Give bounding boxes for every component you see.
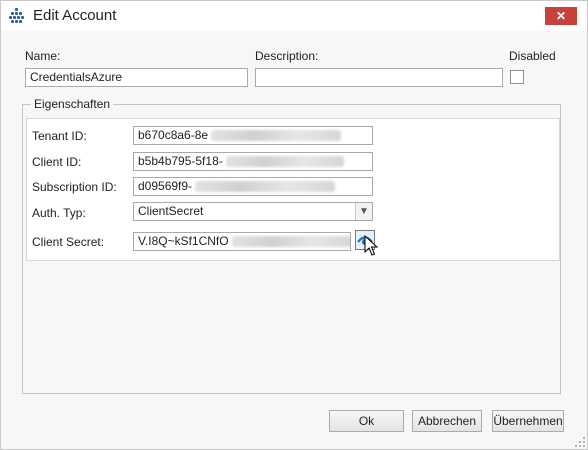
ok-button[interactable]: Ok: [329, 410, 404, 432]
resize-grip[interactable]: [575, 437, 585, 447]
client-secret-input[interactable]: V.I8Q~kSf1CNfO: [133, 232, 351, 251]
client-id-label: Client ID:: [32, 155, 82, 169]
redacted-blur: [231, 236, 350, 248]
subscription-id-value: d09569f9-: [138, 179, 193, 193]
description-label: Description:: [255, 49, 319, 63]
auth-type-value: ClientSecret: [138, 204, 204, 218]
grid-dots-icon: [9, 8, 25, 24]
mouse-pointer-icon: [364, 235, 378, 256]
title-bar[interactable]: Edit Account ✕: [1, 1, 587, 31]
client-id-input[interactable]: b5b4b795-5f18-: [133, 152, 373, 171]
client-secret-value: V.I8Q~kSf1CNfO: [138, 234, 229, 248]
redacted-blur: [225, 156, 344, 168]
auth-type-select[interactable]: ClientSecret ▼: [133, 202, 373, 221]
client-id-value: b5b4b795-5f18-: [138, 154, 223, 168]
chevron-down-icon[interactable]: ▼: [355, 203, 372, 220]
disabled-label: Disabled: [509, 49, 556, 63]
auth-type-label: Auth. Typ:: [32, 206, 86, 220]
description-input[interactable]: [255, 68, 503, 87]
tenant-id-label: Tenant ID:: [32, 129, 87, 143]
apply-button[interactable]: Übernehmen: [492, 410, 564, 432]
tenant-id-value: b670c8a6-8e: [138, 128, 209, 142]
properties-legend: Eigenschaften: [31, 97, 114, 111]
tenant-id-input[interactable]: b670c8a6-8e: [133, 126, 373, 145]
name-input[interactable]: CredentialsAzure: [25, 68, 248, 87]
disabled-checkbox[interactable]: [510, 70, 524, 84]
cancel-button[interactable]: Abbrechen: [412, 410, 482, 432]
subscription-id-label: Subscription ID:: [32, 180, 117, 194]
subscription-id-input[interactable]: d09569f9-: [133, 177, 373, 196]
client-secret-label: Client Secret:: [32, 235, 105, 249]
close-button[interactable]: ✕: [545, 7, 577, 25]
window-title: Edit Account: [33, 7, 117, 24]
close-icon: ✕: [555, 9, 567, 23]
redacted-blur: [211, 130, 342, 142]
redacted-blur: [195, 181, 336, 193]
name-label: Name:: [25, 49, 61, 63]
